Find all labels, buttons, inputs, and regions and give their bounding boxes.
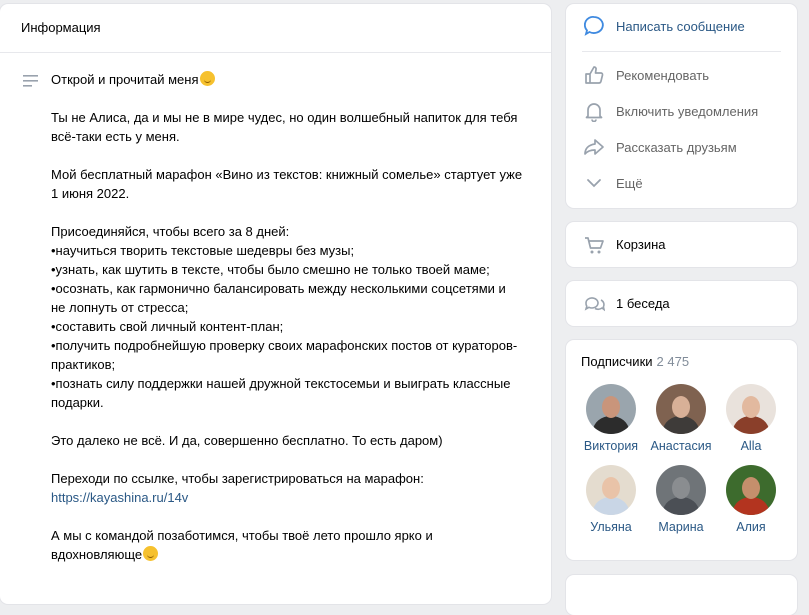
subscribers-header[interactable]: Подписчики 2 475 <box>581 354 689 369</box>
desc-line: практиков; <box>51 357 116 372</box>
desc-line: подарки. <box>51 395 104 410</box>
desc-line: •познать силу поддержки нашей дружной те… <box>51 376 511 391</box>
subscribers-title: Подписчики <box>581 354 653 369</box>
desc-line: всё-таки есть у меня. <box>51 129 180 144</box>
subscribers-grid: Виктория Анастасия Alla Ульяна Марина Алия <box>576 384 788 534</box>
divider <box>582 51 781 52</box>
smile-emoji-icon <box>143 546 159 561</box>
subscriber-item[interactable]: Алия <box>716 465 786 534</box>
desc-line: не лопнуть от стресса; <box>51 300 189 315</box>
subscriber-item[interactable]: Ульяна <box>576 465 646 534</box>
avatar <box>726 465 776 515</box>
like-icon <box>582 63 606 87</box>
smile-emoji-icon <box>199 71 215 86</box>
desc-line: Мой бесплатный марафон «Вино из текстов:… <box>51 167 523 182</box>
subscriber-name: Анастасия <box>650 439 712 453</box>
cart-card[interactable]: Корзина <box>566 222 797 267</box>
information-card: Информация Открой и прочитай меня Ты не … <box>0 4 551 604</box>
desc-line: •научиться творить текстовые шедевры без… <box>51 243 355 258</box>
message-icon <box>582 14 606 38</box>
chats-icon <box>582 292 606 316</box>
chats-card[interactable]: 1 беседа <box>566 281 797 326</box>
subscriber-name: Ульяна <box>590 520 632 534</box>
chats-row[interactable]: 1 беседа <box>582 281 670 326</box>
desc-line <box>51 507 531 526</box>
write-message-button[interactable]: Написать сообщение <box>582 8 745 44</box>
subscriber-item[interactable]: Виктория <box>576 384 646 453</box>
chats-label: 1 беседа <box>616 296 670 311</box>
actions-card: Написать сообщение Рекомендовать Включит… <box>566 4 797 208</box>
subscribers-count: 2 475 <box>656 354 690 369</box>
subscriber-item[interactable]: Марина <box>646 465 716 534</box>
desc-line: •узнать, как шутить в тексте, чтобы было… <box>51 262 490 277</box>
desc-line: Ты не Алиса, да и мы не в мире чудес, но… <box>51 110 518 125</box>
desc-line <box>51 203 531 222</box>
description-text: Открой и прочитай меня Ты не Алиса, да и… <box>51 70 531 564</box>
desc-line: Переходи по ссылке, чтобы зарегистрирова… <box>51 471 424 486</box>
desc-line: Это далеко не всё. И да, совершенно бесп… <box>51 433 443 448</box>
description-icon <box>23 75 38 87</box>
desc-line <box>51 146 531 165</box>
more-button[interactable]: Ещё <box>582 165 643 201</box>
recommend-button[interactable]: Рекомендовать <box>582 57 709 93</box>
information-header: Информация <box>0 4 551 53</box>
subscriber-name: Алия <box>736 520 766 534</box>
desc-line: А мы с командой позаботимся, чтобы твоё … <box>51 528 433 543</box>
avatar <box>726 384 776 434</box>
subscriber-name: Марина <box>658 520 704 534</box>
desc-line: вдохновляюще <box>51 545 531 564</box>
cart-icon <box>582 233 606 257</box>
desc-line <box>51 450 531 469</box>
avatar <box>586 384 636 434</box>
desc-line: •осознать, как гармонично балансировать … <box>51 281 506 296</box>
share-button[interactable]: Рассказать друзьям <box>582 129 737 165</box>
subscriber-item[interactable]: Анастасия <box>646 384 716 453</box>
next-card <box>566 575 797 615</box>
share-icon <box>582 135 606 159</box>
desc-line: 1 июня 2022. <box>51 186 130 201</box>
subscriber-item[interactable]: Alla <box>716 384 786 453</box>
cart-row[interactable]: Корзина <box>582 222 666 267</box>
chevron-down-icon <box>582 171 606 195</box>
desc-line: Присоединяйся, чтобы всего за 8 дней: <box>51 224 290 239</box>
bell-icon <box>582 99 606 123</box>
marathon-link[interactable]: https://kayashina.ru/14v <box>51 490 188 505</box>
cart-label: Корзина <box>616 237 666 252</box>
enable-notifications-button[interactable]: Включить уведомления <box>582 93 758 129</box>
desc-line <box>51 412 531 431</box>
subscribers-card: Подписчики 2 475 Виктория Анастасия Alla Уль… <box>566 340 797 560</box>
avatar <box>656 465 706 515</box>
desc-line <box>51 89 531 108</box>
avatar <box>586 465 636 515</box>
desc-line: •составить свой личный контент-план; <box>51 319 284 334</box>
avatar <box>656 384 706 434</box>
desc-line: •получить подробнейшую проверку своих ма… <box>51 338 518 353</box>
subscriber-name: Alla <box>740 439 762 453</box>
subscriber-name: Виктория <box>583 439 639 453</box>
desc-line: Открой и прочитай меня <box>51 70 531 89</box>
